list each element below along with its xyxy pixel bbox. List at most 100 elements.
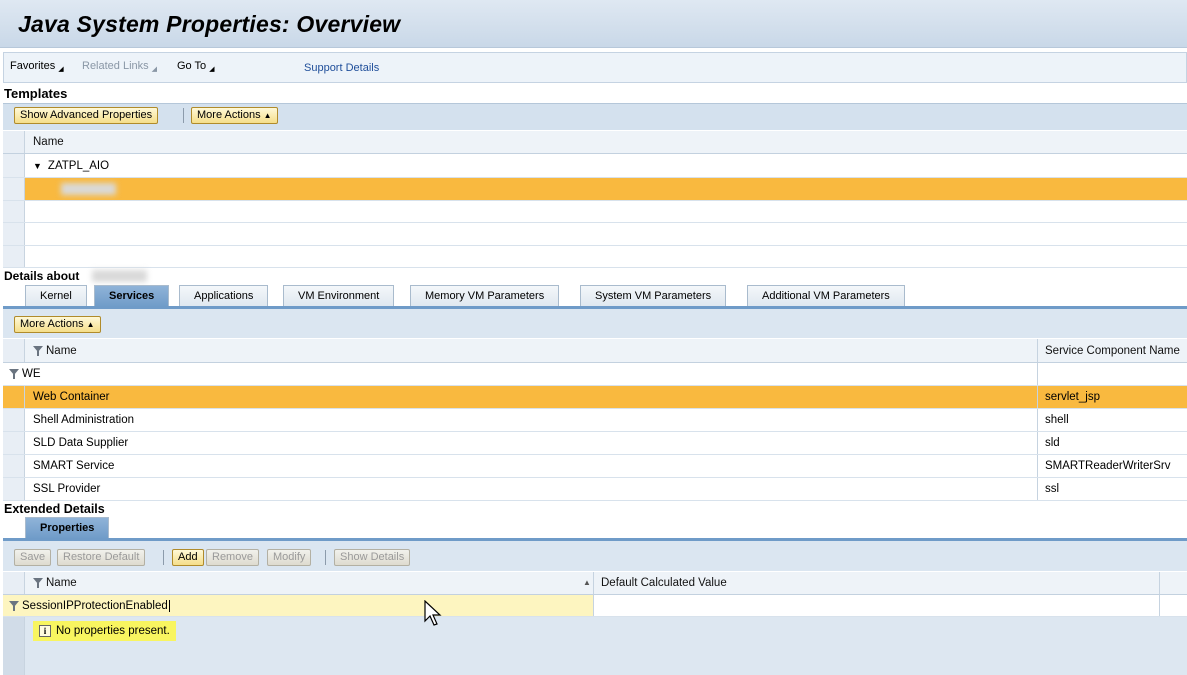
toolbar-separator [183,108,184,123]
favorites-menu[interactable]: Favorites ◢ [10,60,64,73]
row-selector[interactable] [3,223,25,245]
tab-kernel[interactable]: Kernel [25,285,87,307]
extended-details-title: Extended Details [4,502,105,516]
column-header-component[interactable]: Service Component Name [1037,339,1180,362]
dropdown-arrow-icon: ◢ [151,66,158,73]
filter-icon [9,369,19,379]
details-more-actions-button[interactable]: More Actions ▲ [14,316,101,333]
column-header-name[interactable]: Name [25,131,64,153]
select-all-cell[interactable] [3,572,25,594]
info-icon: i [39,625,51,637]
column-divider [1037,363,1038,385]
service-name: SLD Data Supplier [33,437,129,449]
add-button[interactable]: Add [172,549,204,566]
remove-button[interactable]: Remove [206,549,259,566]
dropdown-arrow-icon: ▲ [263,111,272,120]
filter-name-field[interactable]: WE [3,363,41,385]
template-name: ZATPL_AIO [47,159,110,172]
table-row-selected[interactable] [3,178,1187,201]
filter-name-field[interactable]: SessionIPProtectionEnabled [3,595,170,616]
tab-additional-vm-parameters[interactable]: Additional VM Parameters [747,285,905,307]
show-advanced-properties-button[interactable]: Show Advanced Properties [14,107,159,124]
tab-vm-environment[interactable]: VM Environment [283,285,395,307]
info-message-text: No properties present. [56,625,170,637]
service-name: Shell Administration [33,414,134,426]
table-row[interactable]: ▼ ZATPL_AIO [3,154,1187,178]
row-selector[interactable] [3,478,25,500]
row-selector[interactable] [3,201,25,222]
table-row[interactable]: SMART Service SMARTReaderWriterSrv [3,455,1187,478]
column-header-name[interactable]: Name [25,572,77,594]
table-row[interactable]: SSL Provider ssl [3,478,1187,501]
templates-toolbar: Show Advanced Properties More Actions ▲ [3,103,1187,130]
column-name-label: Name [46,344,77,357]
tab-system-vm-parameters[interactable]: System VM Parameters [580,285,727,307]
filter-icon [33,345,43,356]
row-selector[interactable] [3,246,25,267]
text-cursor [168,599,170,612]
service-component: SMARTReaderWriterSrv [1045,460,1171,472]
tab-memory-vm-parameters[interactable]: Memory VM Parameters [410,285,560,307]
page-title: Java System Properties: Overview [18,11,401,37]
filter-value: SessionIPProtectionEnabled [22,599,168,612]
service-name: SMART Service [33,460,115,472]
favorites-label: Favorites [10,60,56,72]
row-selector[interactable] [3,386,25,408]
service-component: shell [1045,414,1069,426]
related-links-menu[interactable]: Related Links ◢ [82,60,157,73]
details-label: Details about [4,269,80,283]
table-row[interactable] [3,223,1187,246]
redacted-text [61,183,116,195]
row-selector[interactable] [3,154,25,177]
filter-row: WE [3,363,1187,386]
tree-node[interactable]: ▼ ZATPL_AIO [25,154,109,177]
redacted-text [92,270,147,282]
support-details-link[interactable]: Support Details [304,62,379,74]
sort-icon[interactable]: ▲ [583,578,591,587]
templates-title: Templates [4,86,68,101]
row-selector [3,617,25,675]
go-to-menu[interactable]: Go To ◢ [177,60,215,73]
save-button[interactable]: Save [14,549,52,566]
toolbar-separator [325,550,326,565]
column-header-default-value[interactable]: Default Calculated Value [593,572,727,594]
service-name: Web Container [33,391,110,403]
properties-header-row: Name ▲ Default Calculated Value [3,572,1187,595]
empty-table-area [3,617,1187,675]
tab-properties[interactable]: Properties [25,517,110,539]
tab-applications[interactable]: Applications [179,285,269,307]
column-header-name[interactable]: Name [25,339,77,362]
templates-more-actions-button[interactable]: More Actions ▲ [191,107,278,124]
dropdown-arrow-icon: ▲ [86,320,95,329]
row-selector[interactable] [3,455,25,477]
show-details-button[interactable]: Show Details [334,549,411,566]
table-row[interactable]: SLD Data Supplier sld [3,432,1187,455]
restore-default-button[interactable]: Restore Default [57,549,146,566]
service-component: servlet_jsp [1045,391,1100,403]
table-row[interactable] [3,246,1187,268]
select-all-cell[interactable] [3,131,25,153]
column-name-label: Name [46,577,77,589]
dropdown-arrow-icon: ◢ [58,66,64,73]
details-tabs: Kernel Services Applications VM Environm… [3,283,1187,307]
tab-services[interactable]: Services [94,285,170,307]
select-all-cell[interactable] [3,339,25,362]
details-toolbar: More Actions ▲ [3,309,1187,338]
expand-icon[interactable]: ▼ [33,161,42,171]
table-row[interactable]: Shell Administration shell [3,409,1187,432]
table-row-selected[interactable]: Web Container servlet_jsp [3,386,1187,409]
service-name: SSL Provider [33,483,101,495]
column-divider [593,595,594,616]
row-selector[interactable] [3,432,25,454]
go-to-label: Go To [177,60,207,72]
row-selector[interactable] [3,409,25,431]
info-message: i No properties present. [33,621,176,641]
extended-tabs: Properties [3,515,1187,539]
modify-button[interactable]: Modify [267,549,312,566]
title-bar: Java System Properties: Overview [0,0,1187,48]
filter-icon [9,600,19,611]
column-divider[interactable] [1159,572,1160,594]
table-row[interactable] [3,201,1187,223]
row-selector[interactable] [3,178,25,200]
menu-bar: Favorites ◢ Related Links ◢ Go To ◢ Support… [3,52,1187,83]
